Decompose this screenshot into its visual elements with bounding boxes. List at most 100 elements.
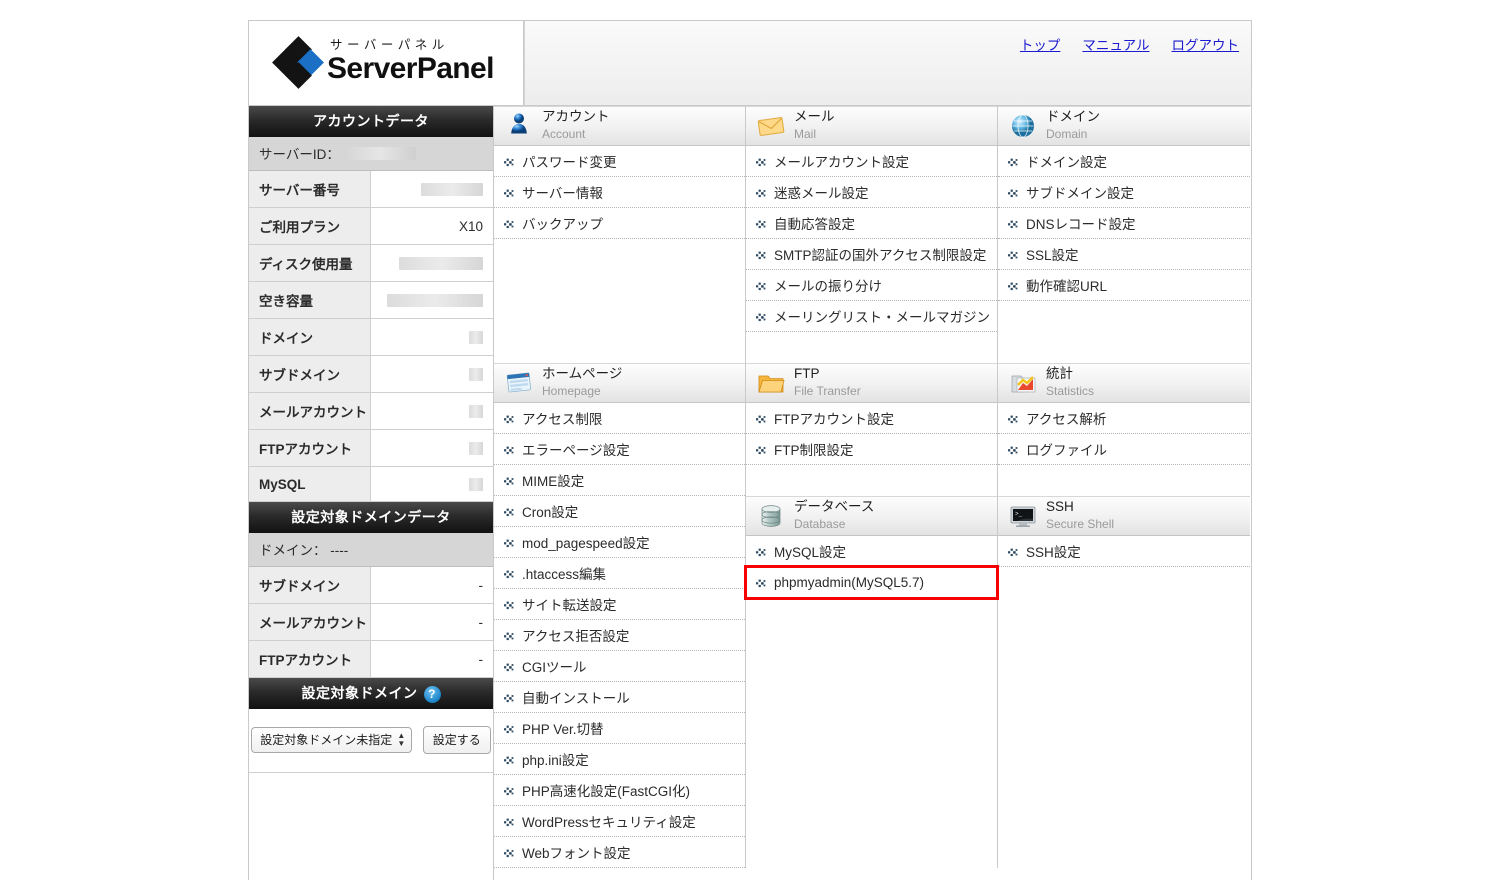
arrow-bullet-icon [504, 444, 515, 455]
sidebar-target-domain-data-title: 設定対象ドメインデータ [249, 502, 493, 533]
menu-item-label: 自動インストール [522, 691, 630, 706]
arrow-bullet-icon [504, 187, 515, 198]
empty-row [998, 332, 1250, 363]
menu-item-label: 動作確認URL [1026, 279, 1108, 294]
target-domain-key: メールアカウント [249, 604, 371, 640]
empty-row [998, 465, 1250, 496]
arrow-bullet-icon [756, 413, 767, 424]
account-data-key: FTPアカウント [249, 430, 371, 466]
menu-item-label: サブドメイン設定 [1026, 186, 1134, 201]
menu-item-homepage-9[interactable]: 自動インストール [494, 682, 745, 713]
menu-item-mail-0[interactable]: メールアカウント設定 [746, 146, 997, 177]
menu-item-homepage-11[interactable]: php.ini設定 [494, 744, 745, 775]
section-title-jp: ドメイン [1046, 109, 1100, 125]
section-title-en: Database [794, 517, 846, 531]
menu-item-homepage-3[interactable]: Cron設定 [494, 496, 745, 527]
menu-item-label: アクセス解析 [1026, 412, 1107, 427]
menu-item-label: FTP制限設定 [774, 443, 854, 458]
column-mail: メール Mail メールアカウント設定 迷惑メール設定 自動応答設定 SMTP認… [746, 106, 998, 363]
section-header-ssh: >_ SSH Secure Shell [998, 496, 1250, 536]
menu-item-homepage-6[interactable]: サイト転送設定 [494, 589, 745, 620]
menu-item-domain-4[interactable]: 動作確認URL [998, 270, 1250, 301]
menu-item-domain-2[interactable]: DNSレコード設定 [998, 208, 1250, 239]
arrow-bullet-icon [504, 661, 515, 672]
target-domain-row: サブドメイン - [249, 567, 493, 604]
redacted-value [421, 182, 483, 196]
column-statistics-ssh: 統計 Statistics アクセス解析 ログファイル >_ SSH Secur… [998, 363, 1250, 868]
target-domain-select[interactable]: 設定対象ドメイン未指定 ▲ ▼ [251, 727, 413, 753]
menu-item-mail-2[interactable]: 自動応答設定 [746, 208, 997, 239]
account-data-key: サーバー番号 [249, 171, 371, 207]
target-domain-table: サブドメイン - メールアカウント - FTPアカウント - [249, 567, 493, 678]
account-data-value-cell [371, 356, 493, 392]
menu-item-statistics-1[interactable]: ログファイル [998, 434, 1250, 465]
menu-item-domain-1[interactable]: サブドメイン設定 [998, 177, 1250, 208]
menu-item-domain-3[interactable]: SSL設定 [998, 239, 1250, 270]
menu-item-label: サーバー情報 [522, 186, 603, 201]
arrow-bullet-icon [756, 187, 767, 198]
menu-item-label: メールの振り分け [774, 279, 882, 294]
column-homepage: ホームページ Homepage アクセス制限 エラーページ設定 MIME設定 C… [494, 363, 746, 868]
nav-link-manual[interactable]: マニュアル [1082, 34, 1149, 54]
arrow-bullet-icon [504, 599, 515, 610]
menu-item-homepage-5[interactable]: .htaccess編集 [494, 558, 745, 589]
logo-name: ServerPanel [327, 51, 494, 85]
empty-row [746, 465, 997, 496]
target-domain-title-text: 設定対象ドメイン [301, 685, 418, 701]
help-icon[interactable]: ? [423, 685, 441, 703]
menu-item-label: Webフォント設定 [522, 846, 631, 861]
menu-item-label: PHP Ver.切替 [522, 722, 604, 737]
sidebar-target-domain-title: 設定対象ドメイン? [249, 678, 493, 709]
account-data-row: ディスク使用量 [249, 245, 493, 282]
section-header-ftp: FTP File Transfer [746, 363, 997, 403]
account-data-key: 空き容量 [249, 282, 371, 318]
menu-item-label: エラーページ設定 [522, 443, 630, 458]
empty-row [998, 301, 1250, 332]
menu-item-ftp-0[interactable]: FTPアカウント設定 [746, 403, 997, 434]
nav-link-logout[interactable]: ログアウト [1172, 34, 1240, 54]
menu-item-mail-1[interactable]: 迷惑メール設定 [746, 177, 997, 208]
menu-item-label: メーリングリスト・メールマガジン [774, 310, 990, 325]
set-domain-button[interactable]: 設定する [422, 726, 491, 754]
menu-item-ftp-1[interactable]: FTP制限設定 [746, 434, 997, 465]
menu-item-homepage-1[interactable]: エラーページ設定 [494, 434, 745, 465]
svg-text:>_: >_ [1015, 511, 1023, 518]
arrow-bullet-icon [504, 816, 515, 827]
menu-item-ssh-0[interactable]: SSH設定 [998, 536, 1250, 567]
menu-item-mail-4[interactable]: メールの振り分け [746, 270, 997, 301]
menu-item-account-0[interactable]: パスワード変更 [494, 146, 745, 177]
sidebar-account-data-title: アカウントデータ [249, 106, 493, 137]
menu-item-database-0[interactable]: MySQL設定 [746, 536, 997, 567]
menu-item-label: mod_pagespeed設定 [522, 536, 650, 551]
menu-item-homepage-14[interactable]: Webフォント設定 [494, 837, 745, 868]
menu-item-mail-3[interactable]: SMTP認証の国外アクセス制限設定 [746, 239, 997, 270]
section-title-en: File Transfer [794, 384, 861, 398]
menu-item-label: SSH設定 [1026, 545, 1081, 560]
menu-item-label: ドメイン設定 [1026, 155, 1107, 170]
menu-item-domain-0[interactable]: ドメイン設定 [998, 146, 1250, 177]
menu-item-label: phpmyadmin(MySQL5.7) [774, 574, 925, 590]
menu-item-account-1[interactable]: サーバー情報 [494, 177, 745, 208]
section-header-database: データベース Database [746, 496, 997, 536]
menu-item-homepage-7[interactable]: アクセス拒否設定 [494, 620, 745, 651]
account-data-row: MySQL [249, 467, 493, 502]
nav-link-top[interactable]: トップ [1020, 34, 1061, 54]
menu-item-mail-5[interactable]: メーリングリスト・メールマガジン [746, 301, 997, 332]
menu-item-database-1[interactable]: phpmyadmin(MySQL5.7) [744, 565, 999, 600]
page-header: サーバーパネル ServerPanel トップ マニュアル ログアウト [249, 21, 1251, 106]
arrow-bullet-icon [756, 311, 767, 322]
serverpanel-page: サーバーパネル ServerPanel トップ マニュアル ログアウト アカウン… [248, 20, 1252, 880]
menu-item-statistics-0[interactable]: アクセス解析 [998, 403, 1250, 434]
redacted-value [469, 367, 483, 381]
menu-item-homepage-10[interactable]: PHP Ver.切替 [494, 713, 745, 744]
menu-item-homepage-8[interactable]: CGIツール [494, 651, 745, 682]
menu-item-homepage-13[interactable]: WordPressセキュリティ設定 [494, 806, 745, 837]
menu-item-homepage-12[interactable]: PHP高速化設定(FastCGI化) [494, 775, 745, 806]
menu-item-account-2[interactable]: バックアップ [494, 208, 745, 239]
menu-item-homepage-0[interactable]: アクセス制限 [494, 403, 745, 434]
menu-item-homepage-4[interactable]: mod_pagespeed設定 [494, 527, 745, 558]
account-data-value-cell [371, 171, 493, 207]
menu-item-homepage-2[interactable]: MIME設定 [494, 465, 745, 496]
section-header-homepage: ホームページ Homepage [494, 363, 745, 403]
arrow-bullet-icon [504, 723, 515, 734]
